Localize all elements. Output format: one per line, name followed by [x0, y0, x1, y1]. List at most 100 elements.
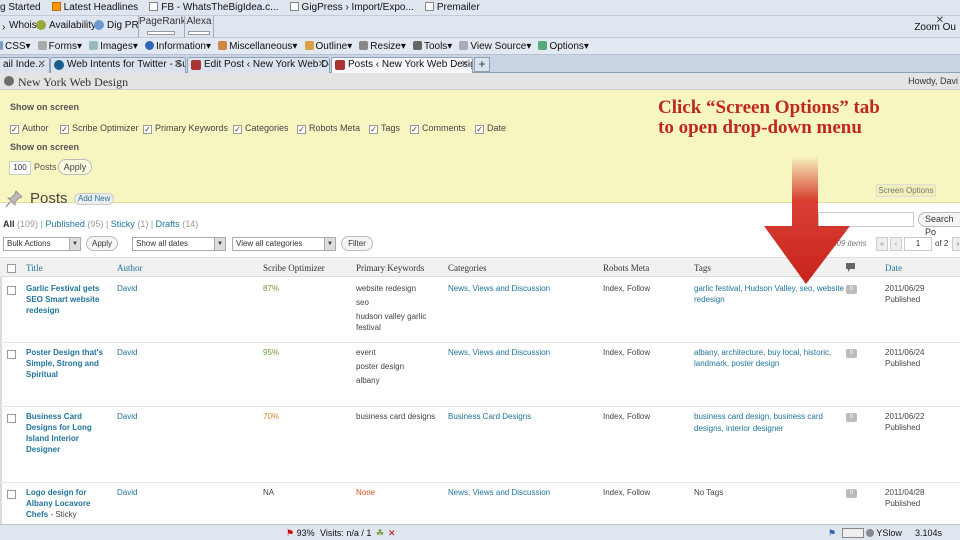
wordpress-logo-icon	[4, 76, 14, 86]
dates-select[interactable]: Show all dates ▼	[132, 237, 226, 251]
row-checkbox[interactable]	[7, 286, 16, 295]
post-categories[interactable]: News, Views and Discussion	[448, 283, 550, 294]
post-tags[interactable]: business card design, business card desig…	[694, 411, 844, 435]
screen-options-apply-button[interactable]: Apply	[58, 159, 92, 175]
close-icon[interactable]: ✕	[461, 58, 469, 72]
alexa-bar	[188, 31, 210, 35]
checkbox-categories[interactable]: ✓ Categories	[233, 123, 289, 134]
categories-select[interactable]: View all categories ▼	[232, 237, 336, 251]
post-title-link[interactable]: Garlic Festival gets SEO Smart website red…	[26, 283, 114, 316]
column-author[interactable]: Author	[117, 263, 143, 273]
bookmark[interactable]: g Started	[0, 0, 41, 15]
view-source-menu[interactable]: View Source▾	[459, 38, 531, 54]
zoom-out-button[interactable]: Zoom Ou	[914, 22, 956, 33]
post-categories[interactable]: News, Views and Discussion	[448, 347, 550, 358]
tab-gmail[interactable]: ail Inde... ✕	[0, 57, 50, 73]
bookmark[interactable]: Latest Headlines	[51, 0, 138, 15]
posts-per-page-input[interactable]: 100	[9, 161, 31, 175]
scribe-score: 70%	[263, 412, 280, 421]
post-title-link[interactable]: Business Card Designs for Long Island Inte…	[26, 411, 114, 455]
row-checkbox[interactable]	[7, 350, 16, 359]
row-checkbox[interactable]	[7, 414, 16, 423]
sticky-label: - Sticky	[48, 510, 77, 519]
images-menu[interactable]: Images▾	[89, 38, 138, 54]
current-page-input[interactable]: 1	[904, 237, 932, 251]
filter-drafts[interactable]: Drafts	[156, 219, 180, 229]
select-all-checkbox[interactable]	[7, 264, 16, 273]
miscellaneous-menu[interactable]: Miscellaneous▾	[218, 38, 297, 54]
checkbox-robots-meta[interactable]: ✓ Robots Meta	[297, 123, 360, 134]
wordpress-icon	[54, 60, 64, 70]
availability-button[interactable]: Availability	[36, 20, 96, 31]
addon-icon[interactable]: ☘	[376, 528, 384, 539]
close-icon[interactable]: ✕	[174, 58, 182, 72]
site-name[interactable]: New York Web Design	[18, 75, 128, 90]
comment-count-badge[interactable]: 0	[846, 349, 857, 358]
close-icon[interactable]: ✕	[388, 528, 396, 539]
tab-posts[interactable]: Posts ‹ New York Web Design...✕	[331, 57, 473, 73]
bulk-actions-select[interactable]: Bulk Actions ▼	[3, 237, 81, 251]
dig-pr-button[interactable]: Dig PR	[94, 20, 139, 31]
first-page-button[interactable]: «	[876, 237, 888, 251]
post-author[interactable]: David	[117, 411, 137, 422]
new-tab-button[interactable]: +	[474, 57, 490, 72]
close-icon[interactable]: ✕	[38, 58, 46, 72]
checkbox-comments[interactable]: ✓ Comments	[410, 123, 466, 134]
tab-edit-post[interactable]: Edit Post ‹ New York Web De... ✕	[187, 57, 330, 73]
post-author[interactable]: David	[117, 487, 137, 498]
bookmark[interactable]: FB - WhatsTheBigIdea.c...	[149, 0, 278, 15]
filter-published[interactable]: Published	[45, 219, 85, 229]
post-title-link[interactable]: Poster Design that's Simple, Strong and Sp…	[26, 347, 114, 380]
tab-web-intents[interactable]: Web Intents for Twitter - Sup...✕	[50, 57, 186, 73]
post-tags[interactable]: albany, architecture, buy local, histori…	[694, 347, 844, 369]
checkbox-date[interactable]: ✓ Date	[475, 123, 506, 134]
whois-button[interactable]: › Whois	[2, 20, 37, 33]
posts-per-page-label: Posts	[34, 162, 57, 172]
yslow-button[interactable]: YSlow	[866, 528, 902, 538]
comment-count-badge[interactable]: 0	[846, 489, 857, 498]
options-menu[interactable]: Options▾	[538, 38, 589, 54]
post-author[interactable]: David	[117, 283, 137, 294]
row-checkbox[interactable]	[7, 490, 16, 499]
zoom-level[interactable]: ⚑ 93%	[286, 528, 315, 539]
tools-menu[interactable]: Tools▾	[412, 38, 452, 54]
post-tags[interactable]: garlic festival, Hudson Valley, seo, web…	[694, 283, 844, 305]
post-author[interactable]: David	[117, 347, 137, 358]
resize-menu[interactable]: Resize▾	[359, 38, 406, 54]
post-categories[interactable]: News, Views and Discussion	[448, 487, 550, 498]
filter-all[interactable]: All	[3, 219, 15, 229]
status-dropdown[interactable]	[842, 528, 864, 538]
post-date: 2011/06/24 Published	[885, 348, 925, 368]
add-new-button[interactable]: Add New	[74, 193, 115, 205]
post-title-link[interactable]: Logo design for Albany Locavore Chefs - St…	[26, 487, 114, 520]
bulk-apply-button[interactable]: Apply	[86, 236, 118, 251]
scribe-score: 95%	[263, 348, 280, 357]
post-categories[interactable]: Business Card Designs	[448, 411, 531, 422]
prev-page-button[interactable]: ‹	[890, 237, 902, 251]
close-icon[interactable]: ✕	[318, 58, 326, 72]
column-title[interactable]: Title	[26, 263, 43, 273]
bookmark[interactable]: GigPress › Import/Expo...	[289, 0, 414, 15]
checkbox-author[interactable]: ✓ Author	[10, 123, 49, 134]
bookmark[interactable]: Premailer	[424, 0, 480, 15]
checkbox-primary-keywords[interactable]: ✓ Primary Keywords	[143, 123, 228, 134]
screen-options-tab[interactable]: Screen Options	[876, 184, 936, 197]
column-date[interactable]: Date	[885, 263, 902, 273]
forms-menu[interactable]: Forms▾	[37, 38, 82, 54]
search-posts-button[interactable]: Search Po	[918, 212, 960, 237]
browser-status-bar: ⚑ 93% Visits: n/a / 1 ☘ ✕ ⚑ YSlow 3.104s	[0, 524, 960, 540]
outline-menu[interactable]: Outline▾	[304, 38, 352, 54]
checkbox-scribe-optimizer[interactable]: ✓ Scribe Optimizer	[60, 123, 139, 134]
rss-icon	[51, 2, 61, 11]
filter-button[interactable]: Filter	[341, 236, 373, 251]
column-primary-keywords: Primary Keywords	[356, 263, 425, 273]
checkbox-tags[interactable]: ✓ Tags	[369, 123, 400, 134]
information-menu[interactable]: Information▾	[144, 38, 211, 54]
comment-count-badge[interactable]: 0	[846, 285, 857, 294]
filter-sticky[interactable]: Sticky	[111, 219, 135, 229]
comment-count-badge[interactable]: 0	[846, 413, 857, 422]
next-page-button[interactable]: ›	[952, 237, 960, 251]
howdy-user[interactable]: Howdy, Davi	[908, 76, 958, 86]
translate-icon[interactable]: ⚑	[828, 528, 836, 539]
css-menu[interactable]: CSS▾	[0, 38, 31, 54]
